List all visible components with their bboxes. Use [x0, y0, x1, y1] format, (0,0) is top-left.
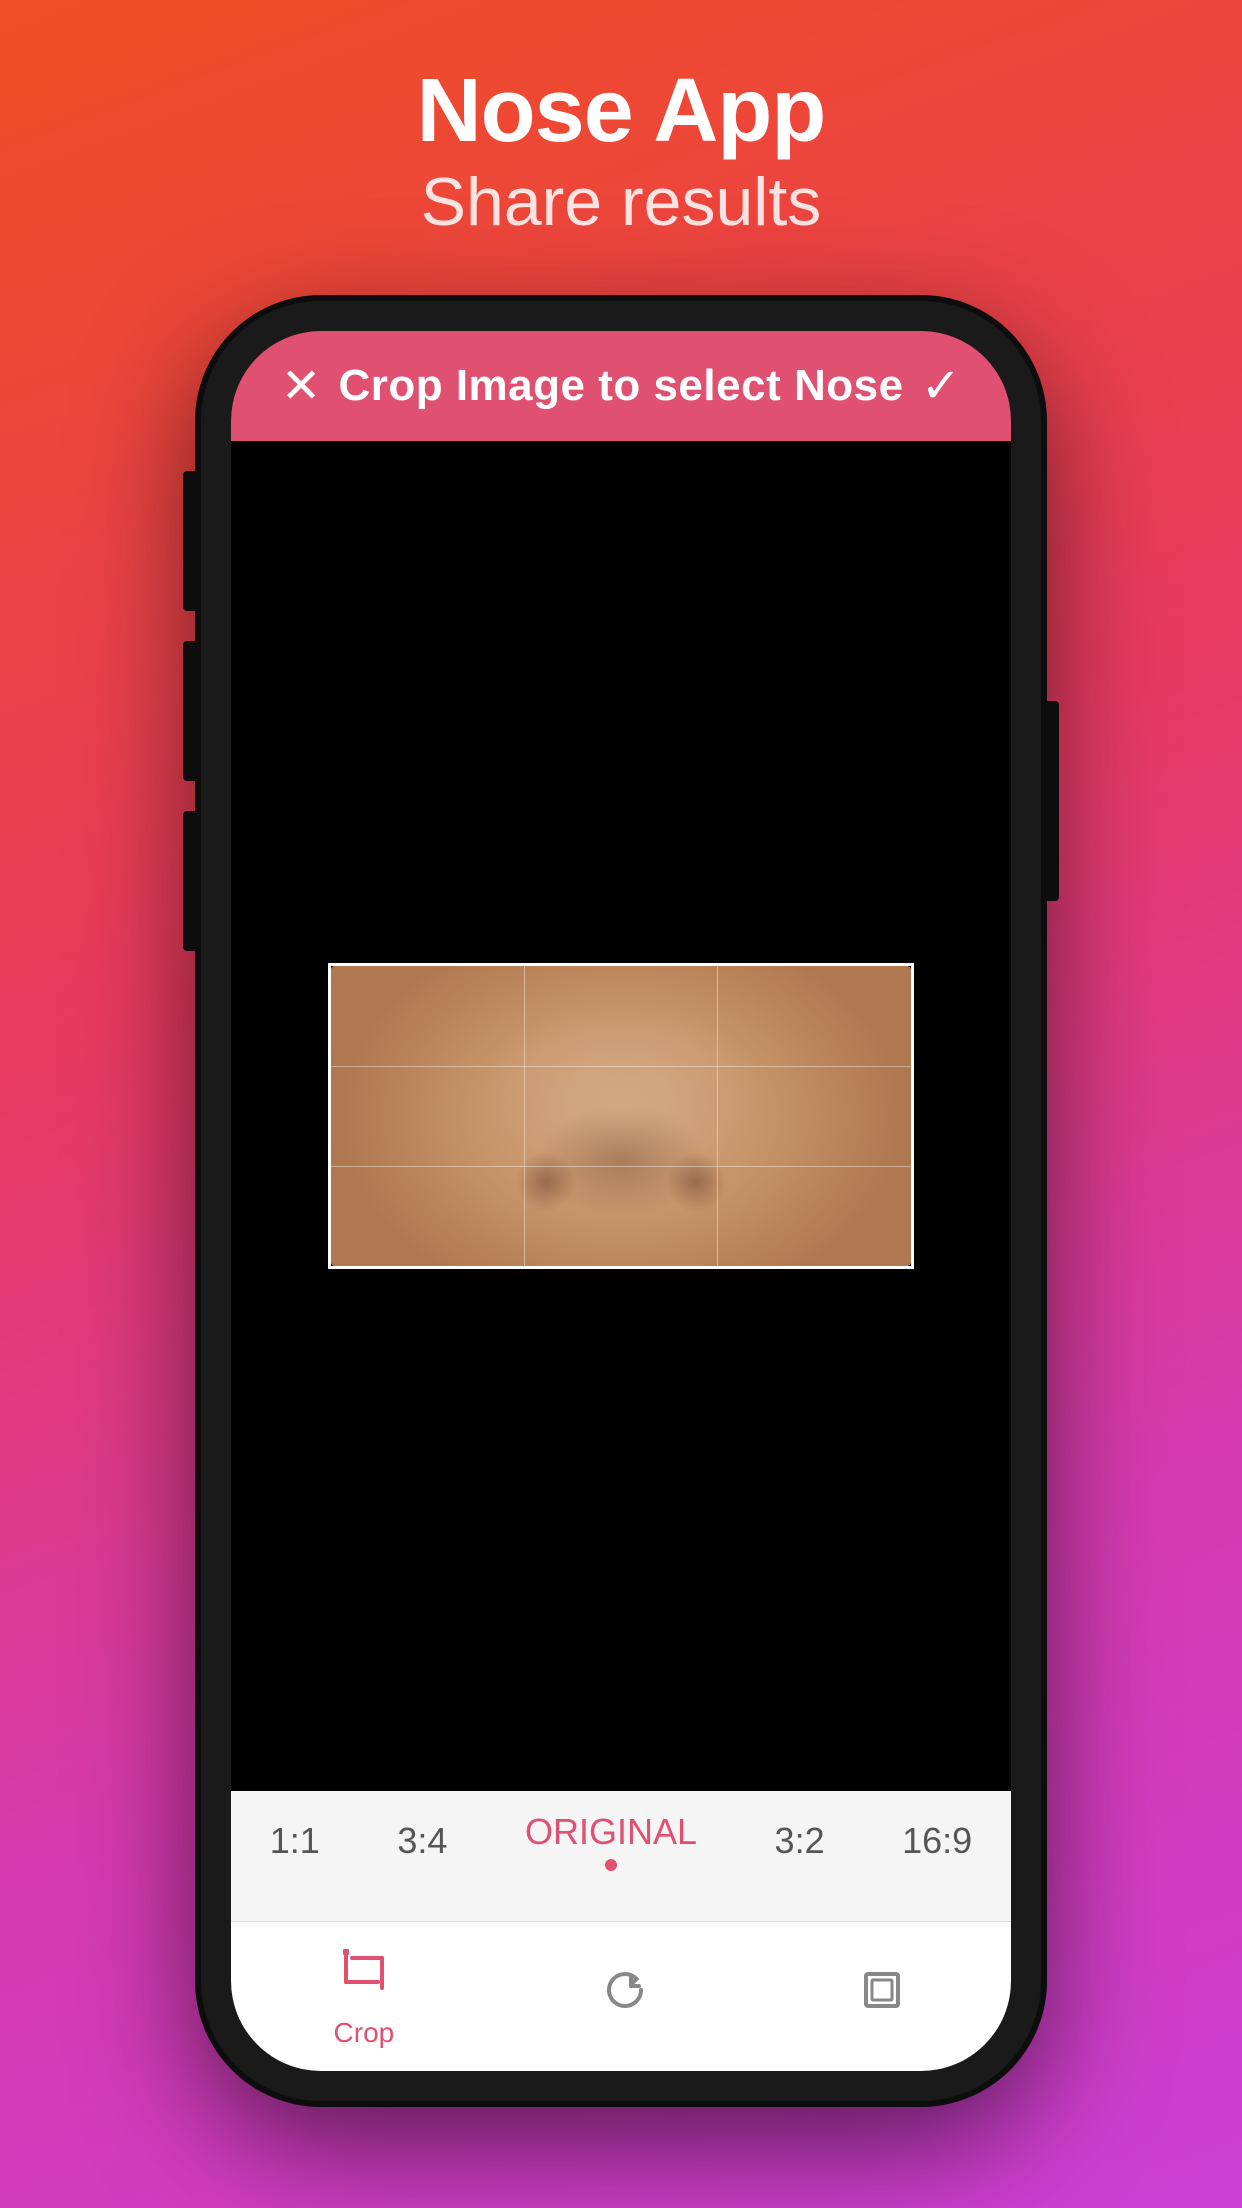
ratio-bar: 1:1 3:4 ORIGINAL 3:2 16:9: [231, 1791, 1011, 1921]
ratio-16-9[interactable]: 16:9: [902, 1820, 972, 1862]
toolbar: Crop: [231, 1921, 1011, 2071]
ratio-1-1-label: 1:1: [270, 1820, 320, 1862]
crop-header-title: Crop Image to select Nose: [338, 361, 903, 411]
ratio-options: 1:1 3:4 ORIGINAL 3:2 16:9: [231, 1811, 1011, 1871]
rotate-tool-icon: [599, 1964, 651, 2029]
ratio-3-2[interactable]: 3:2: [775, 1820, 825, 1862]
confirm-icon[interactable]: ✓: [921, 358, 961, 414]
image-area: [231, 441, 1011, 1791]
ratio-3-4-label: 3:4: [397, 1820, 447, 1862]
phone-outer: ✕ Crop Image to select Nose ✓: [201, 301, 1041, 2101]
phone-screen: ✕ Crop Image to select Nose ✓: [231, 331, 1011, 2071]
app-header: Nose App Share results: [417, 0, 826, 281]
toolbar-item-rotate[interactable]: [599, 1964, 651, 2029]
app-subtitle: Share results: [417, 163, 826, 241]
ratio-16-9-label: 16:9: [902, 1820, 972, 1862]
ratio-original[interactable]: ORIGINAL: [525, 1811, 697, 1871]
toolbar-item-crop[interactable]: Crop: [334, 1944, 395, 2049]
crop-header-bar: ✕ Crop Image to select Nose ✓: [231, 331, 1011, 441]
expand-tool-icon: [856, 1964, 908, 2029]
crop-tool-label: Crop: [334, 2017, 395, 2049]
close-icon[interactable]: ✕: [281, 358, 321, 414]
ratio-active-dot: [605, 1859, 617, 1871]
app-title: Nose App: [417, 60, 826, 163]
nose-image: [331, 966, 911, 1266]
ratio-original-label: ORIGINAL: [525, 1811, 697, 1853]
toolbar-item-expand[interactable]: [856, 1964, 908, 2029]
ratio-1-1[interactable]: 1:1: [270, 1820, 320, 1862]
crop-image-container[interactable]: [331, 966, 911, 1266]
crop-tool-icon: [338, 1944, 390, 2009]
phone-wrapper: ✕ Crop Image to select Nose ✓: [201, 301, 1041, 2101]
ratio-3-2-label: 3:2: [775, 1820, 825, 1862]
ratio-3-4[interactable]: 3:4: [397, 1820, 447, 1862]
